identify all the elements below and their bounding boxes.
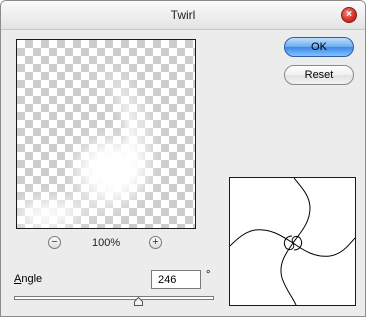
title-bar[interactable]: Twirl × bbox=[1, 1, 365, 30]
twirl-dialog: Twirl × − 100% + Angle 246 ° OK Reset bbox=[0, 0, 366, 317]
close-icon[interactable]: × bbox=[341, 7, 357, 23]
reset-button[interactable]: Reset bbox=[284, 65, 354, 85]
angle-label-rest: ngle bbox=[21, 273, 43, 285]
zoom-in-icon[interactable]: + bbox=[149, 236, 162, 249]
dialog-title: Twirl bbox=[170, 8, 196, 22]
preview-pane[interactable] bbox=[16, 39, 196, 229]
zoom-controls: − 100% + bbox=[48, 236, 168, 252]
angle-label: Angle bbox=[14, 273, 42, 285]
angle-input[interactable] bbox=[151, 270, 201, 289]
twirl-pattern-icon bbox=[230, 178, 355, 305]
degree-unit: ° bbox=[206, 269, 211, 281]
slider-thumb-icon[interactable] bbox=[134, 297, 143, 306]
zoom-out-icon[interactable]: − bbox=[48, 236, 61, 249]
twirl-thumbnail bbox=[229, 177, 356, 306]
zoom-level: 100% bbox=[92, 237, 121, 249]
angle-slider-track[interactable] bbox=[14, 296, 214, 300]
ok-button[interactable]: OK bbox=[284, 37, 354, 57]
twirl-preview-image bbox=[17, 68, 149, 228]
